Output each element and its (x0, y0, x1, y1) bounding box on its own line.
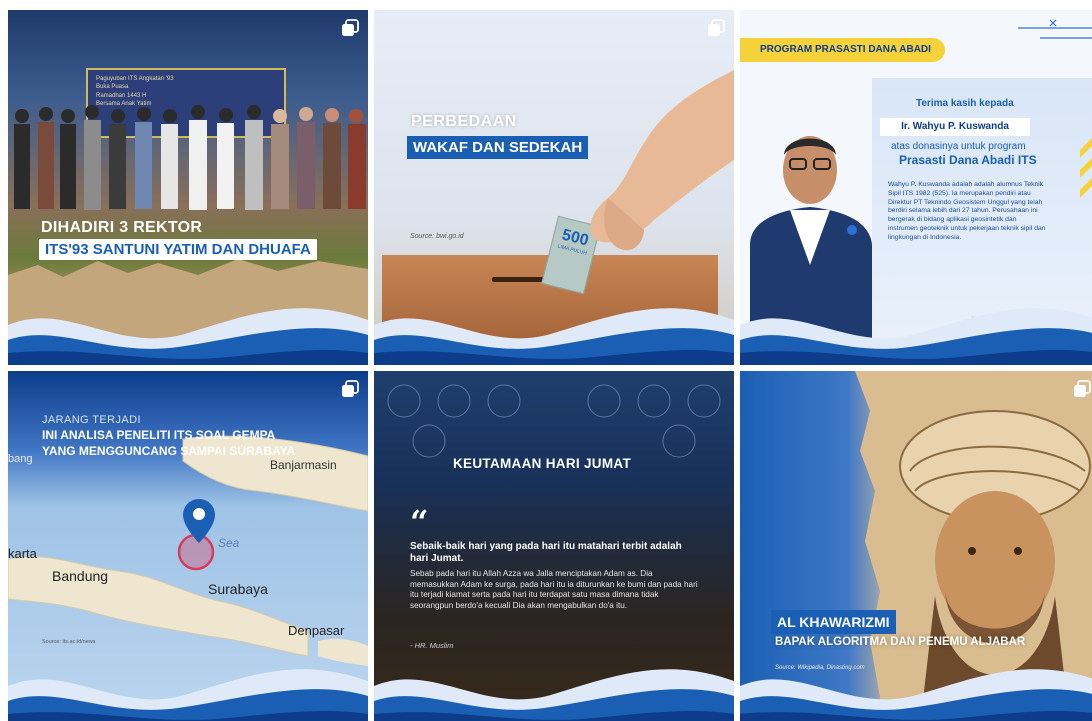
headline-line-2: ITS'93 SANTUNI YATIM DAN DHUAFA (39, 239, 317, 261)
source-text: Source: its.ac.id/news (42, 639, 96, 645)
source-text: Source: bwi.go.id (410, 233, 464, 240)
headline-line-2: YANG MENGGUNCANG SAMPAI SURABAYA (42, 444, 296, 458)
map-pin-icon (183, 499, 215, 543)
multiple-photos-icon (341, 19, 359, 37)
post-tile-gempa[interactable]: Banjarmasin Sea karta Bandung Surabaya D… (8, 371, 368, 721)
multiple-photos-icon (341, 380, 359, 398)
program-label: PROGRAM PRASASTI DANA ABADI (760, 44, 931, 55)
headline-line-1: PERBEDAAN (411, 113, 517, 130)
multiple-photos-icon (707, 19, 725, 37)
quote-headline: Sebaik-baik hari yang pada hari itu mata… (410, 541, 682, 564)
map-label-denpasar: Denpasar (288, 623, 345, 638)
hand (590, 70, 734, 251)
headline-line-2: WAKAF DAN SEDEKAH (407, 136, 589, 160)
quote-icon: “ (410, 503, 429, 541)
multiple-photos-icon (1073, 380, 1091, 398)
map-label-karta: karta (8, 546, 37, 561)
post-tile-khawarizmi[interactable]: AL KHAWARIZMI BAPAK ALGORITMA DAN PENEMU… (740, 371, 1092, 721)
headline-line-1: INI ANALISA PENELITI ITS SOAL GEMPA (42, 428, 276, 442)
map-label-banjarmasin: Banjarmasin (270, 458, 337, 472)
source-text: Source: Wikipedia, Dinasting.com (775, 665, 865, 671)
donor-name: Ir. Wahyu P. Kuswanda (880, 118, 1030, 136)
arabesque-pattern (387, 384, 721, 458)
map-label-surabaya: Surabaya (208, 581, 268, 597)
headline-line-1: DIHADIRI 3 REKTOR (41, 219, 203, 236)
post-tile-prasasti[interactable]: PROGRAM PRASASTI DANA ABADI Terima kasih… (740, 10, 1092, 365)
post-tile-jumat[interactable]: KEUTAMAAN HARI JUMAT “ Sebaik-baik hari … (374, 371, 734, 721)
quote-attribution: - HR. Muslim (410, 641, 454, 650)
wave-decoration (8, 295, 368, 365)
quote-body: Sebab pada hari itu Allah Azza wa Jalla … (410, 569, 698, 610)
thanks-text: Terima kasih kepada (916, 98, 1014, 109)
map-label-bang: bang (8, 453, 33, 465)
donor-bio: Wahyu P. Kuswanda adalah adalah alumnus … (888, 181, 1046, 241)
wave-decoration (374, 656, 734, 721)
post-grid: Paguyuban ITS Angkatan '93 Buka Puasa Ra… (0, 0, 1092, 721)
post-tile-wakaf[interactable]: 500 LIMA PULUH PERBEDAAN WAKAF DAN SEDEK… (374, 10, 734, 365)
group-of-people (14, 105, 366, 210)
donation-text: atas donasinya untuk program (891, 141, 1026, 152)
wave-decoration (374, 295, 734, 365)
map-label-bandung: Bandung (52, 568, 109, 584)
wave-decoration (8, 656, 368, 721)
person-name: AL KHAWARIZMI (771, 610, 896, 635)
program-name: Prasasti Dana Abadi ITS (899, 153, 1037, 167)
post-tile-rektor[interactable]: Paguyuban ITS Angkatan '93 Buka Puasa Ra… (8, 10, 368, 365)
kicker: JARANG TERJADI (42, 414, 141, 426)
map-label-sea: Sea (218, 536, 240, 550)
person-subtitle: BAPAK ALGORITMA DAN PENEMU ALJABAR (775, 636, 1026, 648)
post-title: KEUTAMAAN HARI JUMAT (453, 456, 631, 471)
wave-decoration (740, 295, 1092, 365)
